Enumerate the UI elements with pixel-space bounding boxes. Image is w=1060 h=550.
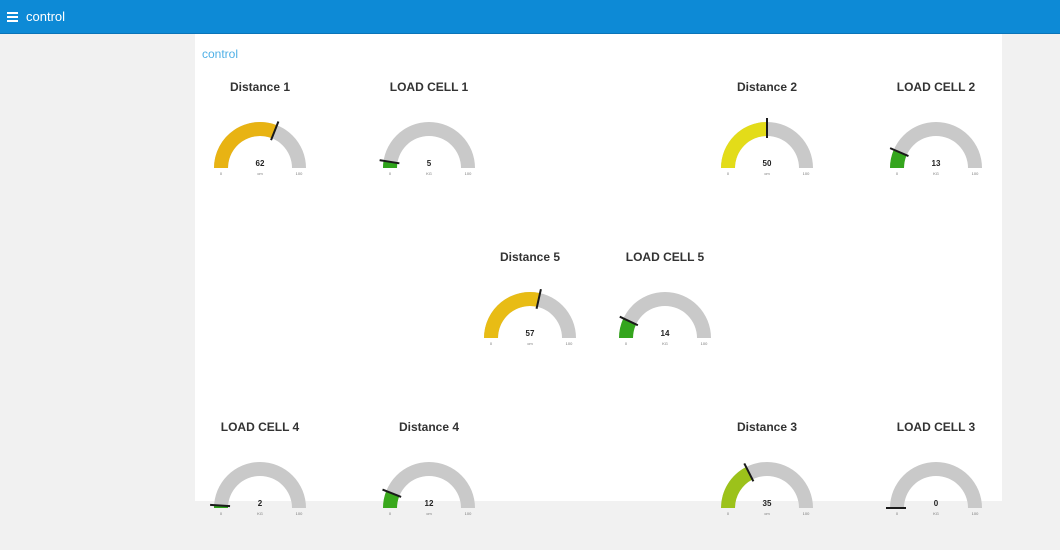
gauge-card-distance-2: Distance 2 50 cm 0 100 xyxy=(692,80,842,210)
gauge-load-cell-5: 14 KG 0 100 xyxy=(619,292,711,346)
gauge-distance-2: 50 cm 0 100 xyxy=(721,118,813,176)
gauge-title: Distance 2 xyxy=(736,80,798,94)
gauge-card-distance-3: Distance 3 35 cm 0 100 xyxy=(692,420,842,550)
gauge-value: 62 xyxy=(256,159,265,168)
gauge-max-label: 100 xyxy=(465,511,472,516)
gauge-value: 50 xyxy=(763,159,772,168)
gauge-fill xyxy=(214,121,277,168)
gauge-card-load-cell-3: LOAD CELL 3 0 KG 0 100 xyxy=(861,420,1011,550)
gauge-value: 5 xyxy=(427,159,432,168)
gauge-value: 14 xyxy=(661,329,670,338)
gauge-max-label: 100 xyxy=(296,171,303,176)
gauge-unit: KG xyxy=(933,171,939,176)
gauge-distance-1: 62 cm 0 100 xyxy=(214,121,306,176)
group-title: control xyxy=(202,47,239,61)
gauge-min-label: 0 xyxy=(727,171,730,176)
gauge-load-cell-2: 13 KG 0 100 xyxy=(889,122,982,176)
gauge-title: Distance 5 xyxy=(499,250,561,264)
gauge-max-label: 100 xyxy=(803,171,810,176)
gauge-min-label: 0 xyxy=(896,171,899,176)
gauge-card-distance-5: Distance 5 57 cm 0 100 xyxy=(455,250,605,380)
gauge-title: LOAD CELL 2 xyxy=(896,80,976,94)
gauge-title: Distance 3 xyxy=(736,420,798,434)
gauge-title: Distance 1 xyxy=(229,80,291,94)
gauge-max-label: 100 xyxy=(972,511,979,516)
gauge-max-label: 100 xyxy=(701,341,708,346)
gauge-max-label: 100 xyxy=(465,171,472,176)
gauge-value: 12 xyxy=(425,499,434,508)
gauge-card-distance-4: Distance 4 12 cm 0 100 xyxy=(354,420,504,550)
gauge-needle xyxy=(210,503,231,508)
gauge-max-label: 100 xyxy=(803,511,810,516)
gauge-unit: KG xyxy=(933,511,939,516)
gauge-min-label: 0 xyxy=(896,511,899,516)
gauge-min-label: 0 xyxy=(389,511,392,516)
gauge-title: LOAD CELL 5 xyxy=(625,250,705,264)
gauge-unit: KG xyxy=(426,171,432,176)
gauge-title: LOAD CELL 3 xyxy=(896,420,976,434)
gauge-min-label: 0 xyxy=(389,171,392,176)
gauge-value: 35 xyxy=(763,499,772,508)
gauge-load-cell-1: 5 KG 0 100 xyxy=(379,122,475,176)
gauge-card-distance-1: Distance 1 62 cm 0 100 xyxy=(185,80,335,210)
gauge-unit: cm xyxy=(426,511,432,516)
gauge-unit: cm xyxy=(257,171,263,176)
gauge-min-label: 0 xyxy=(220,171,223,176)
gauge-value: 57 xyxy=(526,329,535,338)
gauge-min-label: 0 xyxy=(220,511,223,516)
dashboard-panel: control Distance 1 62 cm 0 100 LOAD CELL 1 … xyxy=(195,34,1002,516)
gauge-unit: cm xyxy=(764,171,770,176)
top-toolbar: control xyxy=(0,0,1060,34)
gauge-title: LOAD CELL 1 xyxy=(389,80,469,94)
gauge-unit: KG xyxy=(662,341,668,346)
gauge-load-cell-4: 2 KG 0 100 xyxy=(210,462,306,516)
gauge-value: 2 xyxy=(258,499,263,508)
gauge-fill xyxy=(721,122,767,168)
gauge-distance-4: 12 cm 0 100 xyxy=(382,462,475,516)
gauge-unit: cm xyxy=(764,511,770,516)
gauge-fill xyxy=(721,467,753,508)
gauge-min-label: 0 xyxy=(490,341,493,346)
gauge-value: 13 xyxy=(932,159,941,168)
gauge-card-load-cell-2: LOAD CELL 2 13 KG 0 100 xyxy=(861,80,1011,210)
gauge-max-label: 100 xyxy=(566,341,573,346)
gauge-card-load-cell-4: LOAD CELL 4 2 KG 0 100 xyxy=(185,420,335,550)
gauge-unit: KG xyxy=(257,511,263,516)
gauge-max-label: 100 xyxy=(296,511,303,516)
gauge-title: LOAD CELL 4 xyxy=(220,420,300,434)
gauge-card-load-cell-5: LOAD CELL 5 14 KG 0 100 xyxy=(590,250,740,380)
gauge-load-cell-3: 0 KG 0 100 xyxy=(886,462,982,516)
gauge-max-label: 100 xyxy=(972,171,979,176)
hamburger-menu-icon[interactable] xyxy=(7,10,21,24)
gauge-distance-3: 35 cm 0 100 xyxy=(721,462,813,516)
gauge-min-label: 0 xyxy=(625,341,628,346)
gauge-value: 0 xyxy=(934,499,939,508)
gauge-unit: cm xyxy=(527,341,533,346)
gauge-min-label: 0 xyxy=(727,511,730,516)
gauge-distance-5: 57 cm 0 100 xyxy=(484,288,576,346)
app-title: control xyxy=(26,9,66,24)
gauge-title: Distance 4 xyxy=(398,420,460,434)
gauge-card-load-cell-1: LOAD CELL 1 5 KG 0 100 xyxy=(354,80,504,210)
